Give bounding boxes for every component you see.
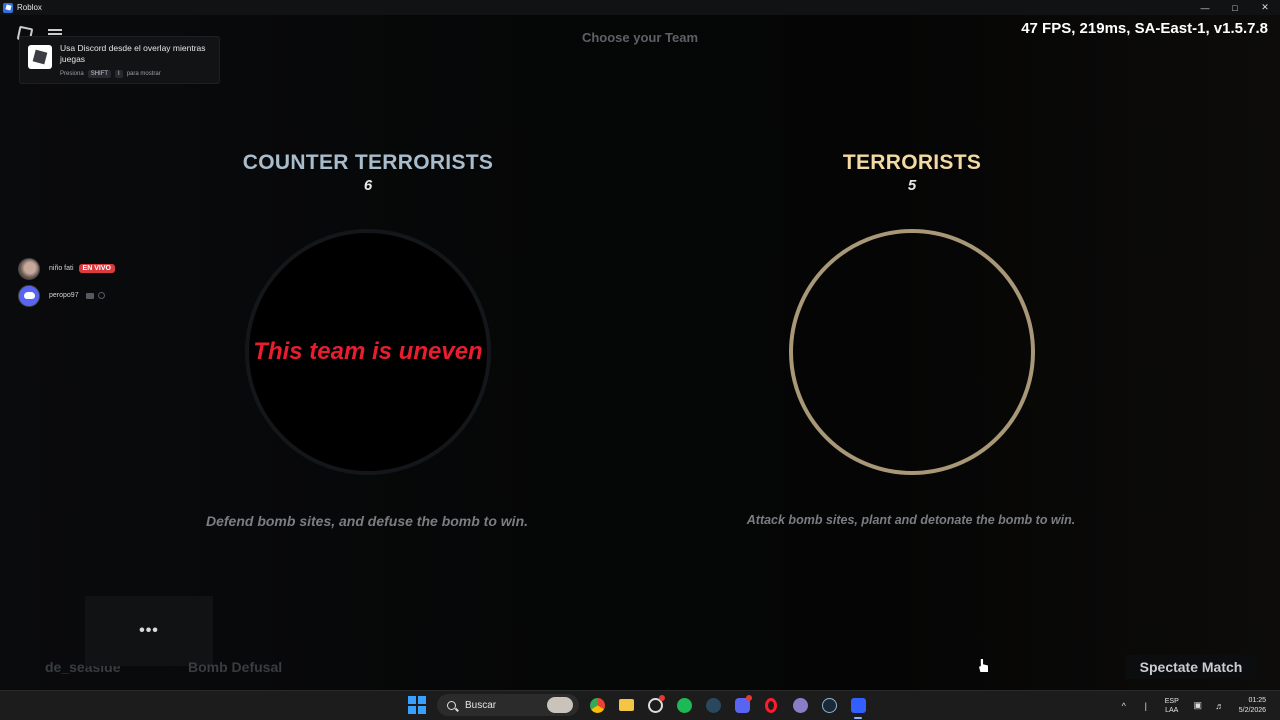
- voice-user-name: niño fati: [49, 265, 74, 272]
- team-name: TERRORISTS: [842, 151, 982, 174]
- chrome-icon[interactable]: [586, 694, 608, 716]
- notes-app-icon[interactable]: [789, 694, 811, 716]
- spectate-match-button[interactable]: Spectate Match: [1125, 655, 1257, 679]
- maximize-button[interactable]: □: [1220, 0, 1250, 15]
- roblox-logo-icon: [28, 45, 52, 69]
- discord-avatar-icon: [18, 284, 40, 307]
- microphone-icon[interactable]: |: [1139, 699, 1153, 713]
- performance-stats: 47 FPS, 219ms, SA-East-1, v1.5.7.8: [1021, 20, 1268, 37]
- chevron-up-icon[interactable]: ^: [1117, 699, 1131, 713]
- discord-voice-list: niño fati EN VIVO peropo97: [18, 256, 115, 310]
- steam-alt-icon[interactable]: [818, 694, 840, 716]
- toast-hint: Presiona SHIFT I para mostrar: [60, 70, 161, 78]
- network-icon[interactable]: ▣: [1191, 699, 1205, 713]
- game-mode-name: Bomb Defusal: [188, 659, 283, 675]
- avatar: [18, 257, 40, 280]
- roblox-app-icon: [3, 2, 13, 13]
- team-player-count: 6: [363, 177, 373, 194]
- voice-user[interactable]: peropo97: [18, 283, 115, 308]
- team-description: Attack bomb sites, plant and detonate th…: [746, 513, 1076, 527]
- opera-icon[interactable]: [760, 694, 782, 716]
- window-title: Roblox: [17, 3, 42, 12]
- spotify-icon[interactable]: [673, 694, 695, 716]
- toast-message: Usa Discord desde el overlay mientras ju…: [60, 43, 206, 64]
- stream-icon: [97, 292, 105, 299]
- lang-code: ESP: [1164, 697, 1179, 705]
- notification-dot: [746, 695, 752, 701]
- game-viewport: Choose your Team 47 FPS, 219ms, SA-East-…: [0, 15, 1280, 690]
- file-explorer-icon[interactable]: [615, 694, 637, 716]
- join-terrorists-button[interactable]: [789, 229, 1035, 475]
- more-dots-icon: •••: [139, 622, 159, 639]
- i-key: I: [115, 70, 123, 78]
- search-placeholder: Buscar: [465, 699, 497, 711]
- more-options-button[interactable]: •••: [85, 596, 213, 666]
- close-button[interactable]: ✕: [1250, 0, 1280, 15]
- discord-icon[interactable]: [731, 694, 753, 716]
- team-terrorists: TERRORISTS 5: [762, 151, 1062, 194]
- discord-overlay-toast[interactable]: Usa Discord desde el overlay mientras ju…: [19, 36, 220, 84]
- join-counter-terrorists-button[interactable]: This team is uneven: [245, 229, 491, 475]
- taskbar-search[interactable]: Buscar: [437, 694, 579, 716]
- hint-prefix: Presiona: [60, 71, 84, 77]
- notification-dot: [659, 695, 665, 701]
- windows-taskbar: Buscar ^ | ESP LAA ▣ ♬ 01:25 5/2/2026: [0, 690, 1280, 720]
- windows-start-icon[interactable]: [408, 696, 426, 714]
- taskbar-clock[interactable]: 01:25 5/2/2026: [1239, 696, 1266, 716]
- live-badge: EN VIVO: [78, 264, 115, 273]
- voice-user-name: peropo97: [49, 292, 79, 299]
- team-player-count: 5: [907, 177, 917, 194]
- language-indicator[interactable]: ESP LAA: [1165, 697, 1179, 715]
- window-titlebar: Roblox — □ ✕: [0, 0, 1280, 15]
- minimize-button[interactable]: —: [1190, 0, 1220, 15]
- clock-date: 5/2/2026: [1238, 706, 1266, 714]
- team-description: Defend bomb sites, and defuse the bomb t…: [205, 513, 529, 529]
- roblox-icon[interactable]: [847, 694, 869, 719]
- clock-time: 01:25: [1248, 696, 1266, 704]
- steam-icon[interactable]: [702, 694, 724, 716]
- search-highlight-icon: [547, 697, 573, 713]
- window-controls: — □ ✕: [1190, 0, 1280, 15]
- team-name: COUNTER TERRORISTS: [242, 151, 494, 174]
- search-icon: [447, 700, 456, 710]
- taskbar-apps: Buscar: [408, 694, 869, 719]
- system-tray: ^ | ESP LAA ▣ ♬ 01:25 5/2/2026: [1113, 691, 1280, 720]
- layout-code: LAA: [1165, 706, 1179, 714]
- team-counter-terrorists: COUNTER TERRORISTS 6: [218, 151, 518, 194]
- volume-icon[interactable]: ♬: [1213, 699, 1227, 713]
- hint-suffix: para mostrar: [126, 71, 161, 77]
- voice-user[interactable]: niño fati EN VIVO: [18, 256, 115, 281]
- hand-cursor-icon: [979, 659, 988, 672]
- github-icon[interactable]: [644, 694, 666, 716]
- team-uneven-warning: This team is uneven: [253, 338, 483, 365]
- camera-icon: [85, 292, 94, 299]
- shift-key: SHIFT: [87, 70, 112, 78]
